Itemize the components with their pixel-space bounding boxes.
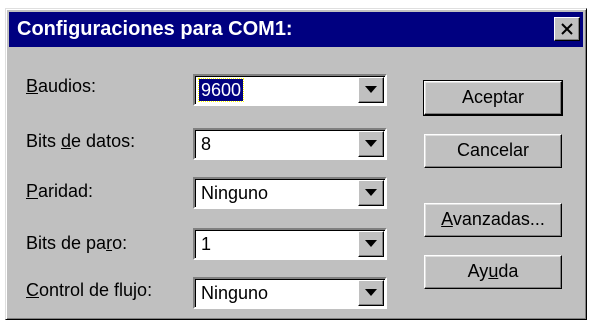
chevron-down-icon <box>365 240 377 247</box>
data-bits-select[interactable]: 8 <box>193 128 387 160</box>
data-bits-value: 8 <box>201 134 212 154</box>
advanced-button[interactable]: Avanzadas... <box>424 203 562 237</box>
flow-control-label: Control de flujo: <box>26 280 153 300</box>
chevron-down-icon <box>365 140 377 147</box>
data-bits-label: Bits de datos: <box>26 131 136 151</box>
chevron-down-icon <box>365 289 377 296</box>
close-icon <box>561 23 573 35</box>
parity-select[interactable]: Ninguno <box>193 177 387 209</box>
parity-label: Paridad: <box>26 181 94 201</box>
dialog-title: Configuraciones para COM1: <box>17 18 293 40</box>
flow-control-dropdown-button[interactable] <box>358 280 384 306</box>
chevron-down-icon <box>365 86 377 93</box>
baud-rate-select[interactable]: 9600 <box>193 74 387 106</box>
data-bits-dropdown-button[interactable] <box>358 131 384 157</box>
title-bar[interactable]: Configuraciones para COM1: <box>9 12 583 47</box>
flow-control-select[interactable]: Ninguno <box>193 277 387 309</box>
help-button[interactable]: Ayuda <box>424 255 562 289</box>
flow-control-value: Ninguno <box>201 283 269 303</box>
baud-rate-value: 9600 <box>197 78 245 102</box>
com1-settings-dialog: Configuraciones para COM1: Baudios: 9600… <box>5 8 587 320</box>
stop-bits-value: 1 <box>201 234 212 254</box>
stop-bits-dropdown-button[interactable] <box>358 231 384 257</box>
cancel-button[interactable]: Cancelar <box>424 134 562 168</box>
stop-bits-label: Bits de paro: <box>26 233 128 253</box>
chevron-down-icon <box>365 189 377 196</box>
accept-button[interactable]: Aceptar <box>423 80 563 116</box>
close-button[interactable] <box>554 17 580 41</box>
baud-rate-dropdown-button[interactable] <box>358 77 384 103</box>
baud-rate-label: Baudios: <box>26 76 97 96</box>
parity-dropdown-button[interactable] <box>358 180 384 206</box>
stop-bits-select[interactable]: 1 <box>193 228 387 260</box>
parity-value: Ninguno <box>201 183 269 203</box>
